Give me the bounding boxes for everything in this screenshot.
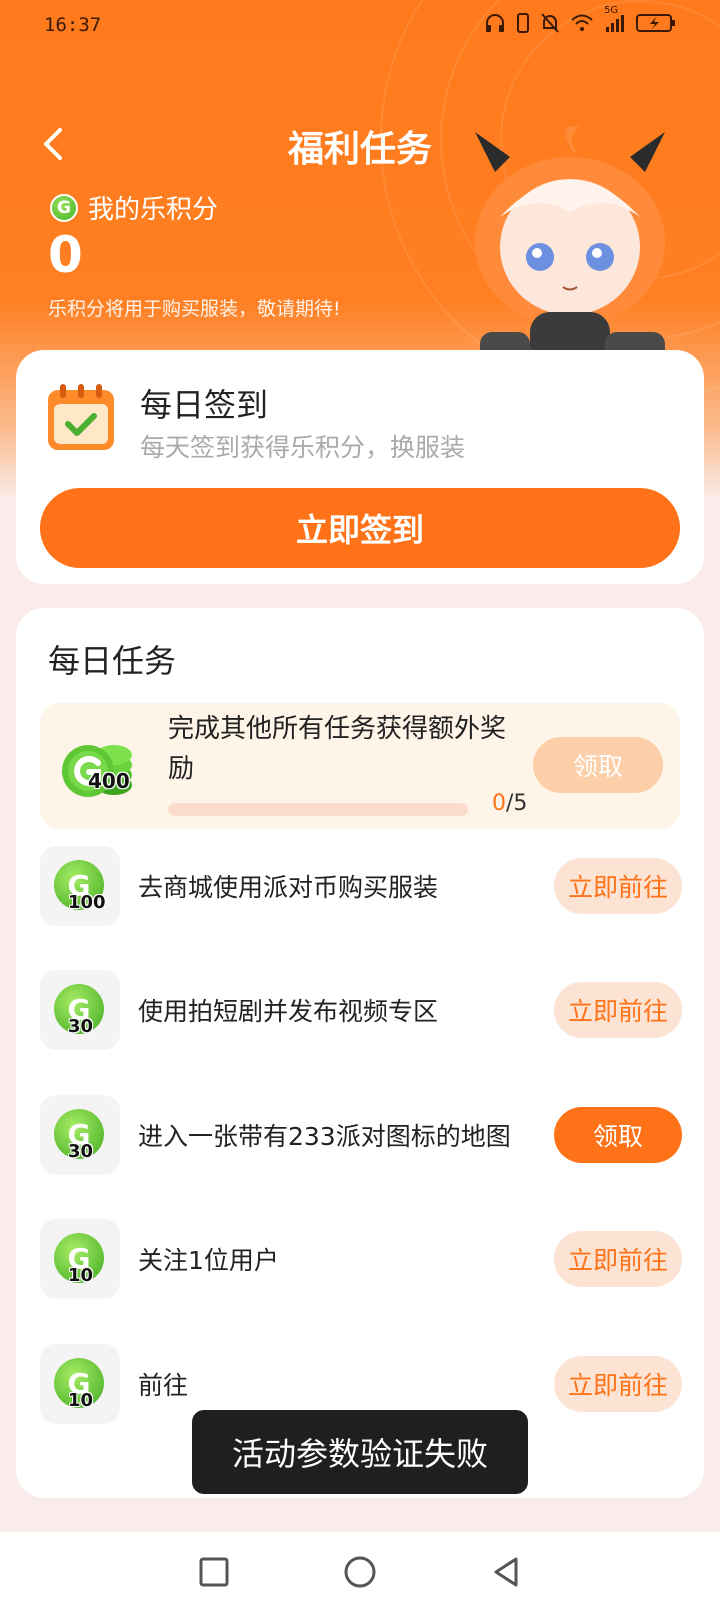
back-triangle-icon[interactable] — [488, 1554, 524, 1590]
task-label: 去商城使用派对币购买服装 — [138, 873, 439, 902]
task-row: G 100 去商城使用派对币购买服装 立即前往 — [38, 846, 684, 926]
task-coin-icon: G 30 — [40, 1095, 120, 1175]
task-coin-amount: 100 — [68, 892, 106, 913]
network-label: 5G — [604, 5, 619, 16]
task-coin-icon: G 10 — [40, 1344, 120, 1424]
headphones-icon — [484, 13, 506, 37]
bonus-claim-button[interactable]: 领取 — [533, 737, 663, 793]
toast-message: 活动参数验证失败 — [192, 1410, 528, 1494]
points-value: 0 — [48, 226, 83, 284]
system-nav-bar — [0, 1532, 720, 1612]
daily-tasks-card: 每日任务 400 完成其他所有任务获得额外奖励 0/5 领取 G 100 去商城… — [16, 608, 704, 1498]
task-row: G 10 关注1位用户 立即前往 — [38, 1219, 684, 1299]
task-label: 关注1位用户 — [138, 1246, 279, 1275]
task-go-button[interactable]: 立即前往 — [554, 982, 682, 1038]
home-icon[interactable] — [342, 1554, 378, 1590]
status-bar: 16:37 5G — [0, 0, 720, 50]
points-label-row: G 我的乐积分 — [50, 189, 218, 226]
task-go-button[interactable]: 立即前往 — [554, 858, 682, 914]
battery-icon — [636, 13, 676, 37]
task-label: 前往 — [138, 1371, 189, 1400]
signin-button[interactable]: 立即签到 — [40, 488, 680, 568]
signal-icon: 5G — [604, 5, 626, 37]
task-coin-amount: 30 — [68, 1016, 94, 1037]
points-label: 我的乐积分 — [88, 195, 219, 225]
signin-card: 每日签到 每天签到获得乐积分，换服装 立即签到 — [16, 350, 704, 584]
task-go-button[interactable]: 立即前往 — [554, 1231, 682, 1287]
wifi-icon — [570, 13, 594, 37]
signin-subtitle: 每天签到获得乐积分，换服装 — [140, 433, 466, 462]
calendar-check-icon — [48, 384, 114, 450]
bonus-progress-bar — [168, 803, 468, 816]
coin-letter: G — [57, 197, 71, 218]
task-row: G 30 使用拍短剧并发布视频专区 立即前往 — [38, 970, 684, 1050]
progress-done: 0 — [492, 791, 506, 816]
tasks-title: 每日任务 — [48, 642, 177, 680]
bonus-progress-text: 0/5 — [492, 791, 527, 816]
task-label: 使用拍短剧并发布视频专区 — [138, 997, 439, 1026]
bonus-task-text: 完成其他所有任务获得额外奖励 — [168, 714, 507, 784]
task-claim-button[interactable]: 领取 — [554, 1107, 682, 1163]
task-coin-amount: 10 — [68, 1390, 94, 1411]
coin-icon: G — [50, 193, 78, 222]
task-label: 进入一张带有233派对图标的地图 — [138, 1122, 511, 1151]
bonus-coin-amount: 400 — [88, 769, 130, 793]
task-coin-icon: G 100 — [40, 846, 120, 926]
progress-total: /5 — [506, 791, 528, 816]
task-coin-icon: G 30 — [40, 970, 120, 1050]
bonus-task: 400 完成其他所有任务获得额外奖励 0/5 领取 — [40, 703, 680, 829]
mute-bell-icon — [540, 12, 560, 38]
task-coin-icon: G 10 — [40, 1219, 120, 1299]
task-coin-amount: 30 — [68, 1141, 94, 1162]
status-time: 16:37 — [44, 14, 102, 36]
task-go-button[interactable]: 立即前往 — [554, 1356, 682, 1412]
vibrate-icon — [516, 12, 530, 38]
mascot-illustration — [475, 126, 665, 367]
recent-apps-icon[interactable] — [196, 1554, 232, 1590]
task-row: G 30 进入一张带有233派对图标的地图 领取 — [38, 1095, 684, 1175]
signin-title: 每日签到 — [140, 386, 269, 424]
task-coin-amount: 10 — [68, 1265, 94, 1286]
points-tip: 乐积分将用于购买服装，敬请期待! — [48, 298, 341, 320]
